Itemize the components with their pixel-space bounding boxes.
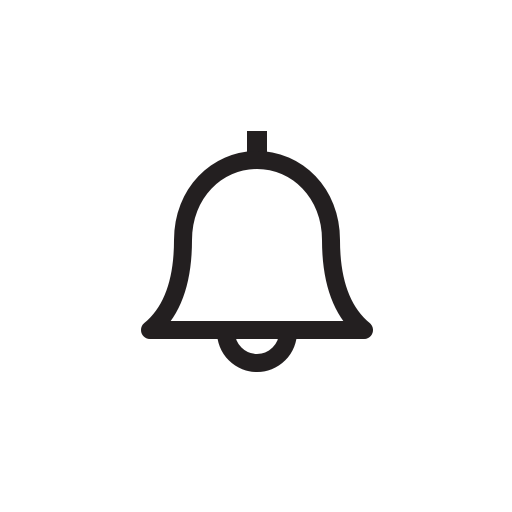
bell-icon — [141, 131, 373, 372]
bell-body — [141, 151, 373, 339]
icon-canvas — [0, 0, 512, 512]
